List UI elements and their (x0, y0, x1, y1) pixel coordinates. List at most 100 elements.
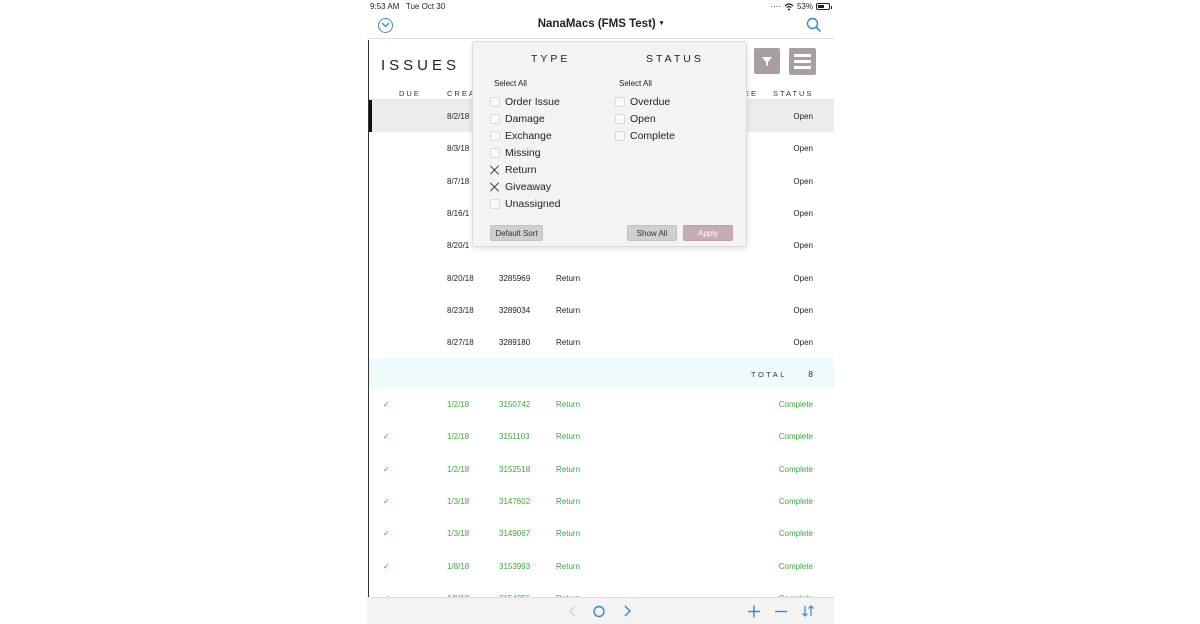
filter-option[interactable]: Exchange (490, 129, 552, 143)
ipad-screen: 9:53 AM Tue Oct 30 ···· 53% NanaMacs (FM… (367, 0, 834, 624)
table-row[interactable]: 8/20/18 3285969 Return Open (369, 262, 834, 294)
table-row[interactable]: 8/27/18 3289180 Return Open (369, 326, 834, 358)
status-cell: Open (793, 273, 813, 283)
created-cell: 8/7/18 (447, 176, 470, 186)
status-time: 9:53 AM (370, 2, 400, 11)
search-icon[interactable] (806, 17, 822, 33)
filter-option-label: Missing (505, 147, 541, 159)
filter-option[interactable]: Overdue (615, 95, 670, 109)
status-cell: Complete (778, 561, 813, 571)
table-row[interactable]: ✓ 1/2/18 3150742 Return Complete (369, 388, 834, 420)
filter-button[interactable] (754, 48, 780, 74)
status-right: ···· 53% (770, 2, 832, 11)
checkbox[interactable] (615, 114, 625, 124)
due-cell: ✓ (383, 561, 390, 571)
status-cell: Open (793, 176, 813, 186)
filter-option-label: Open (630, 113, 656, 125)
table-row[interactable]: ✓ 1/3/18 3147602 Return Complete (369, 485, 834, 517)
checkbox[interactable] (615, 97, 625, 107)
filter-option[interactable]: Missing (490, 146, 541, 160)
created-cell: 8/3/18 (447, 144, 470, 154)
cellular-icon: ···· (770, 2, 781, 11)
total-row: TOTAL 8 (369, 358, 834, 389)
checkbox[interactable] (615, 131, 625, 141)
checkbox[interactable] (490, 199, 500, 209)
order-number-cell: 3152518 (499, 464, 531, 474)
checked-x-icon[interactable] (490, 182, 500, 192)
due-cell: ✓ (383, 432, 390, 442)
created-cell: 1/3/18 (447, 496, 470, 506)
due-cell: ✓ (383, 400, 390, 409)
status-heading: STATUS (646, 53, 704, 65)
file-title-dropdown[interactable]: NanaMacs (FMS Test) ▾ (367, 18, 834, 30)
show-all-button[interactable]: Show All (627, 225, 677, 241)
checkbox[interactable] (490, 114, 500, 124)
battery-percent: 53% (796, 2, 813, 11)
due-cell: ✓ (383, 529, 390, 539)
created-cell: 1/8/18 (447, 561, 470, 571)
checkbox[interactable] (490, 97, 500, 107)
created-cell: 1/2/18 (447, 400, 470, 409)
order-number-cell: 3150742 (499, 400, 531, 409)
filter-icon (762, 57, 772, 66)
status-cell: Open (793, 112, 813, 121)
status-cell: Open (793, 305, 813, 315)
type-cell: Return (556, 496, 581, 506)
issues-content: ISSUES DUE CREA EE STATUS 8/2/18 Open 8/3/… (368, 40, 834, 597)
menu-button[interactable] (789, 48, 816, 75)
filter-option[interactable]: Complete (615, 129, 675, 143)
filter-option-label: Complete (630, 130, 675, 142)
filter-option[interactable]: Unassigned (490, 197, 560, 211)
table-row[interactable]: 8/23/18 3289034 Return Open (369, 294, 834, 326)
status-date: Tue Oct 30 (405, 2, 446, 11)
created-cell: 8/23/18 (447, 305, 474, 315)
status-cell: Open (793, 208, 813, 218)
status-time-date: 9:53 AM Tue Oct 30 (370, 2, 445, 11)
status-cell: Complete (778, 432, 813, 442)
filter-option-label: Return (505, 164, 537, 176)
page-title: ISSUES (381, 57, 461, 74)
status-select-all[interactable]: Select All (619, 79, 652, 88)
order-number-cell: 3151103 (499, 432, 530, 442)
checkbox[interactable] (490, 148, 500, 158)
forward-arrow-icon[interactable] (618, 602, 636, 620)
table-row[interactable]: ✓ 1/8/18 3153993 Return Complete (369, 550, 834, 582)
filter-option[interactable]: Return (490, 163, 537, 177)
filter-option-label: Overdue (630, 96, 671, 108)
filter-option[interactable]: Open (615, 112, 656, 126)
default-sort-button[interactable]: Default Sort (490, 225, 543, 241)
col-header-due[interactable]: DUE (399, 89, 421, 98)
record-circle-icon[interactable] (590, 602, 608, 620)
status-cell: Complete (778, 496, 813, 506)
table-row[interactable]: ✓ 1/2/18 3151103 Return Complete (369, 420, 834, 452)
col-header-status[interactable]: STATUS (773, 89, 813, 98)
type-cell: Return (556, 432, 581, 442)
type-cell: Return (556, 338, 581, 348)
apply-button[interactable]: Apply (683, 225, 733, 241)
status-cell: Complete (778, 400, 813, 409)
checked-x-icon[interactable] (490, 165, 500, 175)
filter-option-label: Order Issue (505, 96, 560, 108)
type-select-all[interactable]: Select All (494, 79, 527, 88)
type-cell: Return (556, 529, 581, 539)
created-cell: 8/27/18 (447, 338, 474, 348)
wifi-icon (784, 2, 794, 10)
sort-icon[interactable] (799, 602, 817, 620)
created-cell: 1/3/18 (447, 529, 470, 539)
add-icon[interactable] (745, 602, 763, 620)
status-cell: Open (793, 338, 813, 348)
checkbox[interactable] (490, 131, 500, 141)
status-cell: Complete (778, 464, 813, 474)
filter-option[interactable]: Giveaway (490, 180, 551, 194)
created-cell: 8/20/18 (447, 273, 474, 283)
filter-option[interactable]: Order Issue (490, 95, 560, 109)
total-value: 8 (808, 369, 813, 379)
table-row[interactable]: ✓1/9/183154356ReturnComplete (369, 582, 834, 597)
back-arrow-icon[interactable] (564, 602, 582, 620)
filter-option[interactable]: Damage (490, 112, 545, 126)
order-number-cell: 3153993 (499, 561, 531, 571)
table-row[interactable]: ✓ 1/3/18 3149067 Return Complete (369, 517, 834, 549)
order-number-cell: 3289180 (499, 338, 531, 348)
minus-icon[interactable] (772, 602, 790, 620)
table-row[interactable]: ✓ 1/2/18 3152518 Return Complete (369, 453, 834, 485)
